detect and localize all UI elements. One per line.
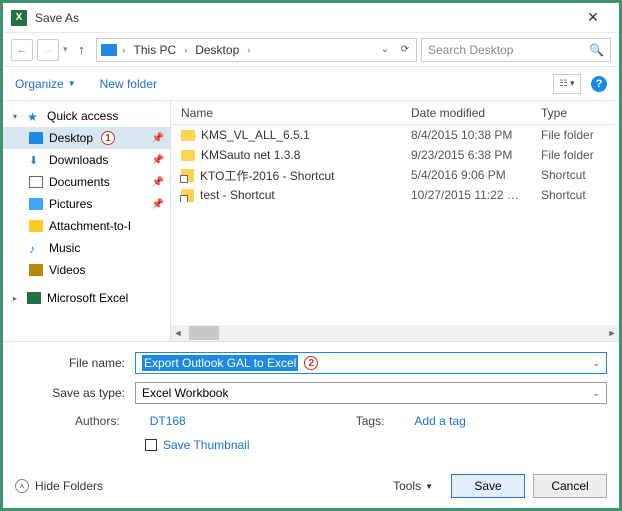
- chevron-right-icon[interactable]: ›: [121, 45, 128, 55]
- tree-item-videos[interactable]: Videos: [3, 259, 170, 281]
- search-input[interactable]: Search Desktop 🔍: [421, 38, 611, 62]
- hide-folders-button[interactable]: ˄ Hide Folders: [15, 479, 103, 493]
- search-placeholder: Search Desktop: [428, 43, 513, 57]
- filename-label: File name:: [15, 356, 135, 370]
- folder-icon: [181, 150, 195, 161]
- close-button[interactable]: ✕: [573, 6, 613, 30]
- tree-item-downloads[interactable]: ⬇Downloads 📌: [3, 149, 170, 171]
- tree-ms-excel[interactable]: ▸ Microsoft Excel: [3, 287, 170, 309]
- tree-item-desktop[interactable]: Desktop 1 📌: [3, 127, 170, 149]
- view-options-button[interactable]: ☷ ▾: [553, 74, 581, 94]
- savetype-label: Save as type:: [15, 386, 135, 400]
- list-header: Name Date modified Type: [171, 101, 619, 125]
- pc-icon: [101, 44, 117, 56]
- tree-quick-access[interactable]: ▾★ Quick access: [3, 105, 170, 127]
- horizontal-scrollbar[interactable]: ◄►: [171, 325, 619, 341]
- save-button[interactable]: Save: [451, 474, 525, 498]
- organize-menu[interactable]: Organize▼: [15, 77, 76, 91]
- tree-item-pictures[interactable]: Pictures 📌: [3, 193, 170, 215]
- column-type[interactable]: Type: [541, 106, 619, 120]
- breadcrumb-current[interactable]: Desktop: [191, 41, 243, 59]
- nav-up-button[interactable]: ↑: [72, 40, 92, 60]
- address-dropdown[interactable]: ⌄: [376, 41, 394, 59]
- callout-2: 2: [304, 356, 318, 370]
- new-folder-button[interactable]: New folder: [100, 77, 157, 91]
- save-thumbnail-label: Save Thumbnail: [163, 438, 250, 452]
- list-item[interactable]: KMS_VL_ALL_6.5.1 8/4/2015 10:38 PM File …: [171, 125, 619, 145]
- shortcut-icon: [181, 169, 194, 182]
- list-item[interactable]: KTO工作-2016 - Shortcut 5/4/2016 9:06 PM S…: [171, 165, 619, 185]
- nav-back-button[interactable]: ←: [11, 39, 33, 61]
- excel-icon: X: [11, 10, 27, 26]
- chevron-down-icon[interactable]: ⌄: [592, 358, 600, 369]
- search-icon: 🔍: [589, 43, 604, 57]
- shortcut-icon: [181, 189, 194, 202]
- column-date[interactable]: Date modified: [411, 106, 541, 120]
- savetype-select[interactable]: Excel Workbook ⌄: [135, 382, 607, 404]
- pin-icon: 📌: [152, 155, 164, 166]
- chevron-right-icon[interactable]: ›: [245, 45, 252, 55]
- tree-item-music[interactable]: ♪Music: [3, 237, 170, 259]
- nav-forward-button[interactable]: →: [37, 39, 59, 61]
- nav-recent-dropdown[interactable]: ▾: [63, 44, 68, 55]
- navigation-tree: ▾★ Quick access Desktop 1 📌 ⬇Downloads 📌…: [3, 101, 171, 341]
- tree-item-documents[interactable]: Documents 📌: [3, 171, 170, 193]
- filename-input[interactable]: Export Outlook GAL to Excel 2 ⌄: [135, 352, 607, 374]
- chevron-right-icon[interactable]: ›: [182, 45, 189, 55]
- tree-item-attachment[interactable]: Attachment-to-I: [3, 215, 170, 237]
- cancel-button[interactable]: Cancel: [533, 474, 607, 498]
- pin-icon: 📌: [152, 177, 164, 188]
- folder-icon: [181, 130, 195, 141]
- authors-label: Authors:: [75, 414, 120, 428]
- chevron-up-icon: ˄: [15, 479, 29, 493]
- address-bar[interactable]: › This PC › Desktop › ⌄ ⟳: [96, 38, 417, 62]
- pin-icon: 📌: [152, 133, 164, 144]
- save-thumbnail-checkbox[interactable]: [145, 439, 157, 451]
- list-item[interactable]: test - Shortcut 10/27/2015 11:22 … Short…: [171, 185, 619, 205]
- help-button[interactable]: ?: [591, 76, 607, 92]
- breadcrumb-root[interactable]: This PC: [130, 41, 181, 59]
- tools-menu[interactable]: Tools▼: [393, 479, 433, 493]
- list-item[interactable]: KMSauto net 1.3.8 9/23/2015 6:38 PM File…: [171, 145, 619, 165]
- pin-icon: 📌: [152, 199, 164, 210]
- chevron-down-icon[interactable]: ⌄: [592, 388, 600, 399]
- tags-label: Tags:: [356, 414, 385, 428]
- column-name[interactable]: Name: [171, 106, 411, 120]
- callout-1: 1: [101, 131, 115, 145]
- authors-value[interactable]: DT168: [150, 414, 186, 428]
- refresh-button[interactable]: ⟳: [396, 41, 414, 59]
- file-list: KMS_VL_ALL_6.5.1 8/4/2015 10:38 PM File …: [171, 125, 619, 325]
- dialog-title: Save As: [35, 11, 573, 25]
- tags-value[interactable]: Add a tag: [414, 414, 465, 428]
